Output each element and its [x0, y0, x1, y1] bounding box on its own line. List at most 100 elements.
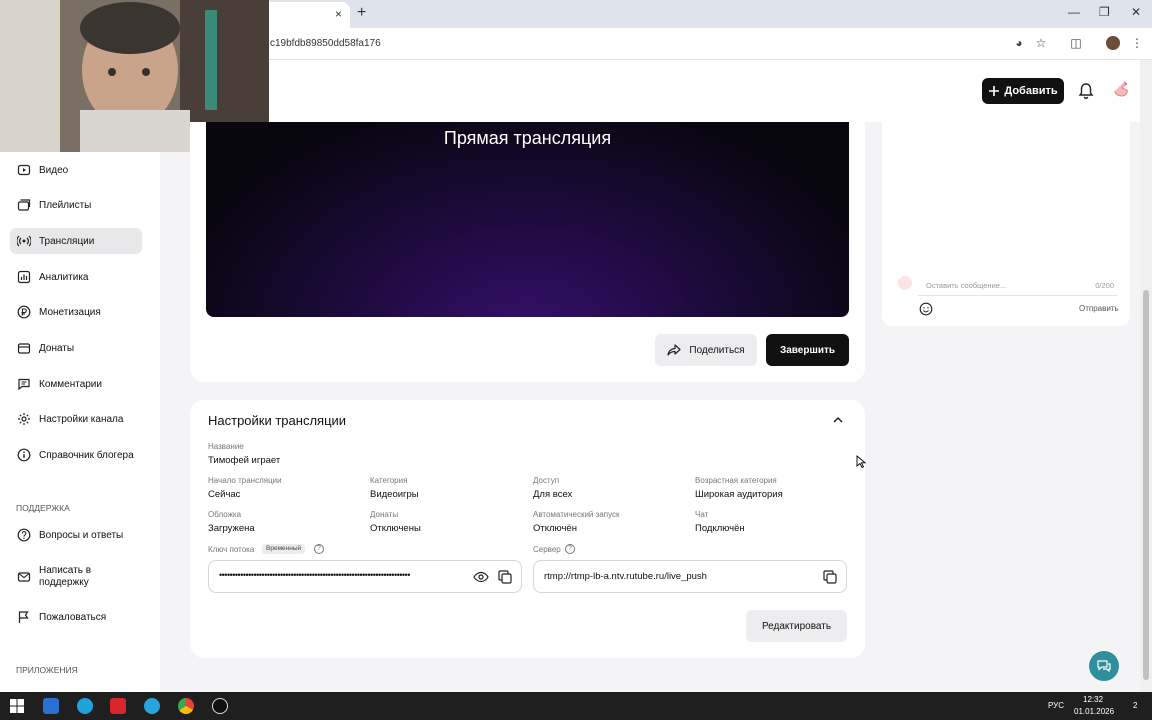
sidebar-item-label: Трансляции: [39, 235, 95, 247]
chevron-up-icon[interactable]: [832, 414, 844, 426]
start-value: Сейчас: [208, 489, 241, 500]
donate-icon: [17, 343, 31, 354]
info-icon: [17, 448, 31, 462]
sidebar-item-video[interactable]: Видео: [10, 157, 142, 183]
name-value: Тимофей играет: [208, 455, 281, 466]
chat-value: Подключён: [695, 523, 745, 534]
category-value: Видеоигры: [370, 489, 419, 500]
tab-close-icon[interactable]: ×: [335, 7, 342, 21]
explorer-icon[interactable]: [43, 698, 59, 714]
chat-char-counter: 0/200: [1095, 281, 1114, 290]
stream-key-field[interactable]: ••••••••••••••••••••••••••••••••••••••••…: [208, 560, 522, 593]
sidebar-item-broadcasts[interactable]: Трансляции: [10, 228, 142, 254]
windows-taskbar: РУС 12:32 01.01.2026 2: [0, 692, 1152, 720]
analytics-icon: [17, 270, 31, 284]
chat-send-button[interactable]: Отправить: [1079, 304, 1119, 313]
video-icon: [17, 164, 31, 176]
server-value: rtmp://rtmp-lb-a.ntv.rutube.ru/live_push: [544, 571, 707, 582]
support-chat-button[interactable]: [1089, 651, 1119, 681]
chat-user-avatar: [898, 276, 912, 290]
video-player[interactable]: Прямая трансляция: [206, 122, 849, 317]
new-tab-button[interactable]: +: [357, 4, 366, 22]
clock-time[interactable]: 12:32: [1083, 695, 1103, 704]
player-title: Прямая трансляция: [443, 128, 612, 148]
age-value: Широкая аудитория: [695, 489, 783, 500]
language-indicator[interactable]: РУС: [1048, 701, 1064, 710]
access-value: Для всех: [533, 489, 573, 500]
autostart-value: Отключён: [533, 523, 577, 534]
menu-dots-icon[interactable]: ⋮: [1130, 36, 1144, 50]
share-icon: [667, 344, 681, 356]
url-text[interactable]: c19bfdb89850dd58fa176: [270, 38, 381, 49]
finish-stream-button[interactable]: Завершить: [766, 334, 849, 366]
obs-icon[interactable]: [212, 698, 228, 714]
settings-title: Настройки трансляции: [208, 413, 347, 428]
sidebar-item-label: Справочник блогера: [39, 449, 134, 461]
windows-start-icon[interactable]: [9, 698, 25, 714]
extensions-icon[interactable]: ◫: [1069, 36, 1083, 50]
age-label: Возрастная категория: [695, 476, 777, 485]
server-field[interactable]: rtmp://rtmp-lb-a.ntv.rutube.ru/live_push: [533, 560, 847, 593]
sidebar-item-comments[interactable]: Комментарии: [10, 371, 142, 397]
browser-tab-active[interactable]: ×: [262, 2, 350, 28]
temporary-badge: Временный: [262, 544, 306, 554]
cover-label: Обложка: [208, 510, 242, 519]
browser-profile-avatar[interactable]: [1106, 36, 1120, 50]
emoji-icon[interactable]: [919, 302, 933, 316]
key-help-icon[interactable]: ?: [314, 544, 324, 554]
minimize-icon[interactable]: —: [1068, 5, 1080, 19]
window-close-icon[interactable]: ✕: [1131, 5, 1141, 19]
sidebar-item-label: Монетизация: [39, 306, 101, 318]
restore-icon[interactable]: ❐: [1099, 5, 1110, 19]
autostart-label: Автоматический запуск: [533, 510, 620, 519]
yandex-icon[interactable]: [110, 698, 126, 714]
copy-icon[interactable]: [497, 569, 513, 585]
copy-icon[interactable]: [822, 569, 838, 585]
star-icon[interactable]: ☆: [1034, 36, 1048, 50]
chrome-icon[interactable]: [178, 698, 194, 714]
chat-label: Чат: [695, 510, 709, 519]
edge-icon[interactable]: [77, 698, 93, 714]
sidebar-item-label: Комментарии: [39, 378, 102, 390]
sidebar-item-report[interactable]: Пожаловаться: [10, 604, 142, 630]
mouse-cursor-icon: [856, 455, 866, 469]
sidebar-item-label: Плейлисты: [39, 199, 92, 211]
sidebar-item-monetization[interactable]: Монетизация: [10, 299, 142, 325]
sidebar-item-label: Пожаловаться: [39, 611, 107, 623]
flag-icon: [18, 611, 29, 623]
edit-button[interactable]: Редактировать: [746, 610, 847, 642]
sidebar-item-faq[interactable]: Вопросы и ответы: [10, 522, 142, 548]
mail-icon: [17, 572, 31, 582]
help-icon: [17, 528, 31, 542]
sidebar-item-playlists[interactable]: Плейлисты: [10, 192, 142, 218]
sidebar-item-blogger-guide[interactable]: Справочник блогера: [10, 442, 142, 468]
sidebar-item-channel-settings[interactable]: Настройки канала: [10, 406, 142, 432]
share-button-label: Поделиться: [689, 344, 745, 356]
clock-date[interactable]: 01.01.2026: [1074, 707, 1114, 716]
stream-key-value: ••••••••••••••••••••••••••••••••••••••••…: [219, 570, 410, 580]
sidebar-item-contact-support[interactable]: Написать в поддержку: [10, 562, 142, 592]
add-button[interactable]: Добавить: [982, 78, 1064, 104]
plus-icon: [989, 86, 1000, 96]
server-label: Сервер: [533, 545, 561, 554]
notification-count[interactable]: 2: [1133, 701, 1137, 710]
scrollbar-thumb[interactable]: [1143, 290, 1149, 680]
start-label: Начало трансляции: [208, 476, 282, 485]
user-avatar-icon[interactable]: [1113, 80, 1131, 100]
stream-key-label: Ключ потока: [208, 545, 255, 554]
sidebar-item-analytics[interactable]: Аналитика: [10, 264, 142, 290]
sidebar-item-donations[interactable]: Донаты: [10, 335, 142, 361]
server-help-icon[interactable]: ?: [565, 544, 575, 554]
donations-label: Донаты: [370, 510, 399, 519]
sidebar-item-label: Вопросы и ответы: [39, 529, 124, 541]
telegram-icon[interactable]: [144, 698, 160, 714]
donations-value: Отключены: [370, 523, 421, 534]
eye-icon[interactable]: [473, 569, 489, 585]
share-button[interactable]: Поделиться: [655, 334, 757, 366]
eye-off-icon[interactable]: ◕: [1012, 36, 1026, 50]
chat-placeholder: Оставить сообщение...: [926, 281, 1007, 290]
sidebar-item-label: Видео: [39, 164, 69, 176]
chat-message-input[interactable]: Оставить сообщение... 0/200: [918, 276, 1118, 296]
bell-icon[interactable]: [1078, 82, 1094, 100]
add-button-label: Добавить: [1004, 85, 1058, 97]
